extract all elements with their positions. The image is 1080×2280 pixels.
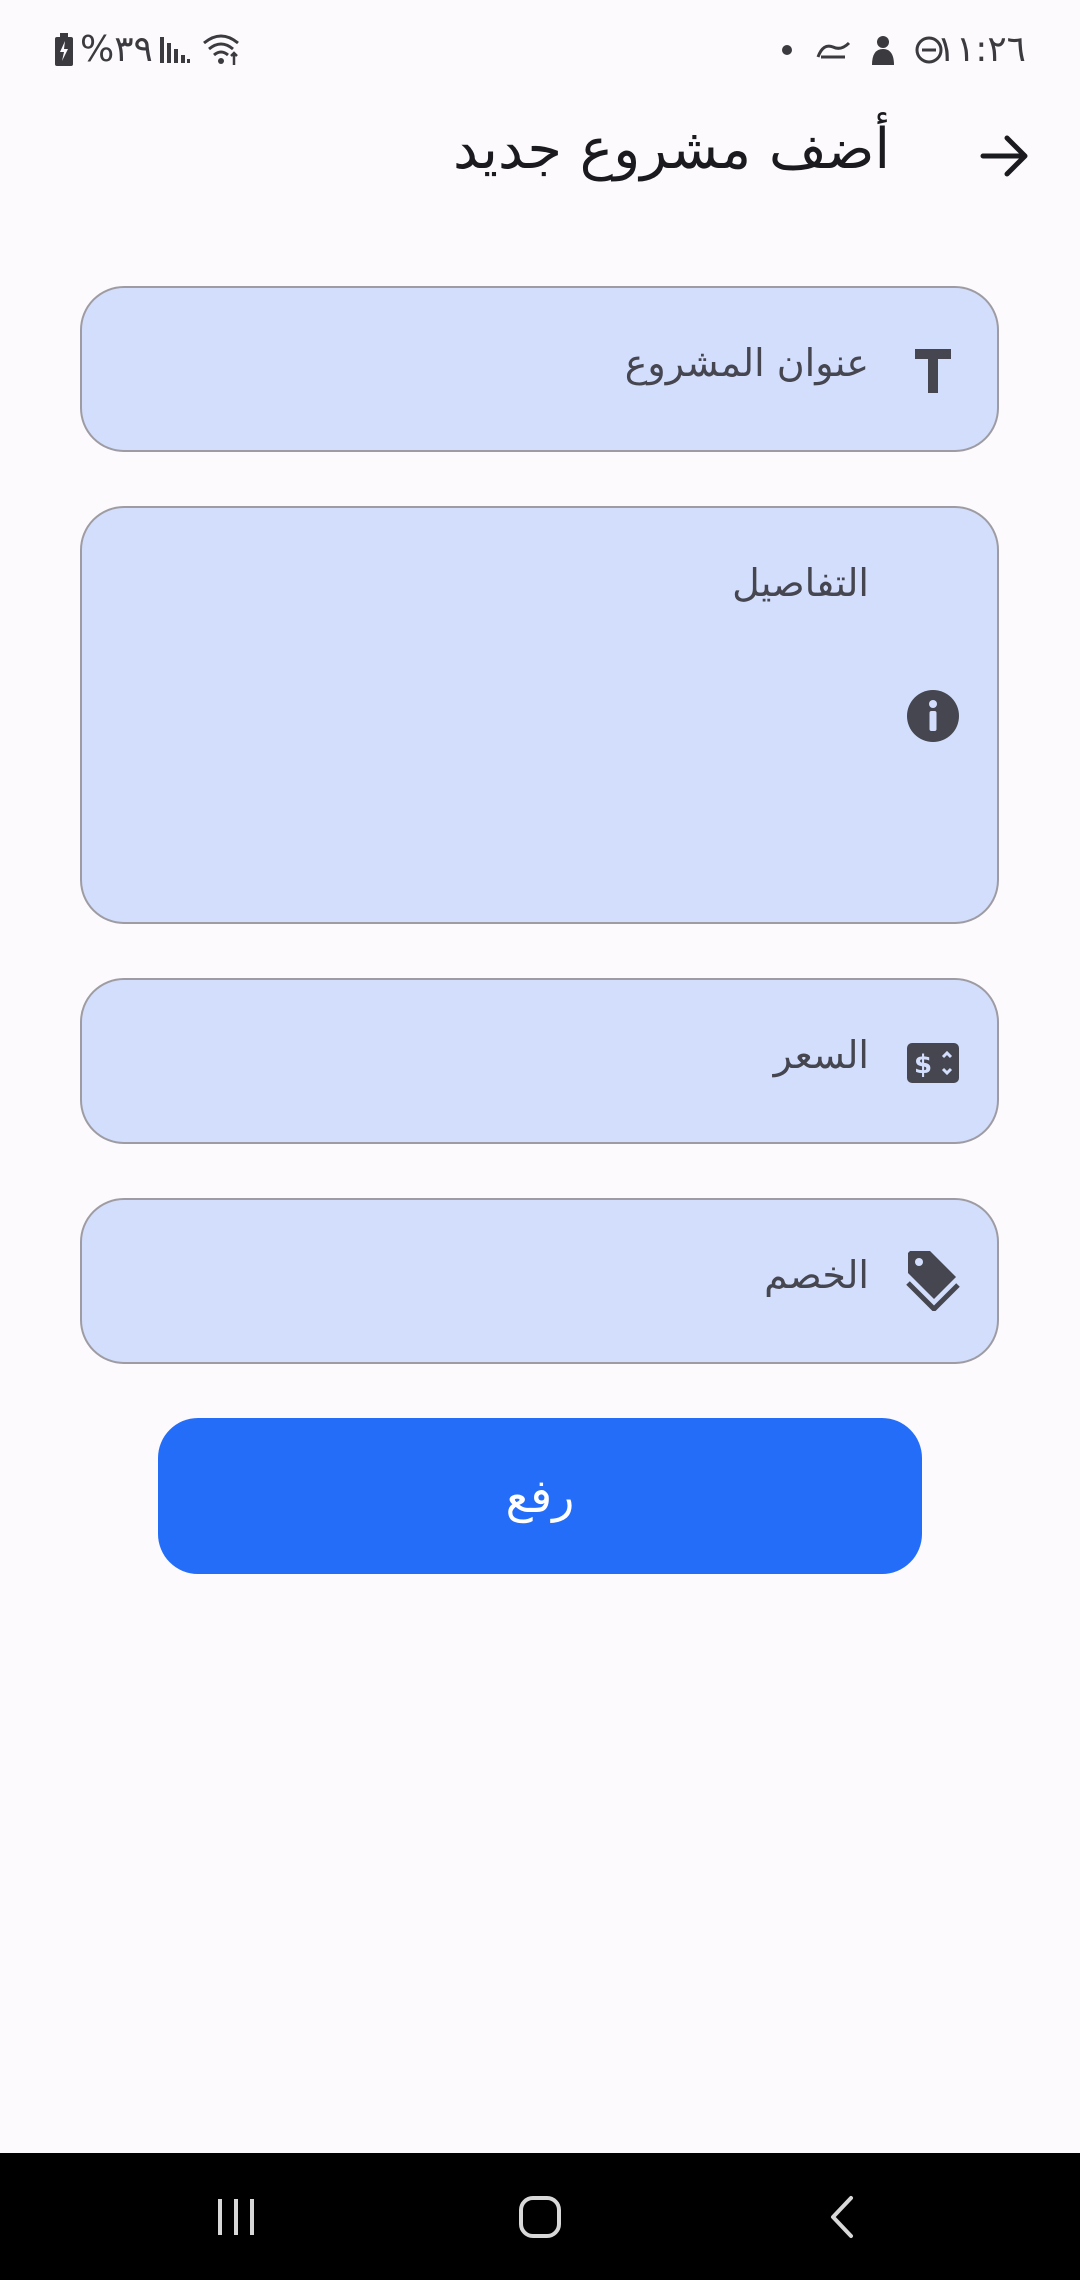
price-label: السعر: [773, 1033, 869, 1077]
system-back-button[interactable]: [802, 2153, 882, 2280]
home-button[interactable]: [500, 2153, 580, 2280]
text-title-icon: [905, 343, 961, 399]
arrow-right-icon: [980, 135, 1028, 177]
system-navigation-bar: [0, 2153, 1080, 2280]
project-title-field[interactable]: عنوان المشروع: [80, 286, 999, 452]
wifi-icon: [200, 30, 244, 70]
do-not-disturb-icon: [912, 30, 946, 70]
battery-icon: [52, 30, 76, 70]
details-label: التفاصيل: [732, 561, 869, 605]
back-button[interactable]: [975, 126, 1035, 186]
money-icon: $: [905, 1035, 961, 1091]
info-icon: [905, 688, 961, 744]
recents-icon: [218, 2198, 254, 2235]
tag-icon: [905, 1251, 961, 1311]
svg-text:$: $: [914, 1050, 932, 1080]
submit-button[interactable]: رفع: [158, 1418, 922, 1574]
status-time: ١١:٢٦: [936, 29, 1026, 70]
battery-percent: %٣٩: [80, 29, 153, 70]
status-bar: ١١:٢٦ %٣٩: [0, 0, 1080, 100]
price-field[interactable]: السعر $: [80, 978, 999, 1144]
home-icon: [519, 2195, 561, 2238]
chevron-left-icon: [831, 2195, 853, 2238]
page-title: أضف مشروع جديد: [453, 117, 890, 182]
project-title-label: عنوان المشروع: [624, 341, 869, 385]
details-field[interactable]: التفاصيل: [80, 506, 999, 924]
signal-icon: [158, 30, 192, 70]
notification-app-icon: [866, 30, 900, 70]
discount-label: الخصم: [764, 1253, 869, 1297]
notification-link-icon: [814, 30, 854, 70]
notification-dot-icon: [780, 30, 794, 70]
recent-apps-button[interactable]: [196, 2153, 276, 2280]
discount-field[interactable]: الخصم: [80, 1198, 999, 1364]
